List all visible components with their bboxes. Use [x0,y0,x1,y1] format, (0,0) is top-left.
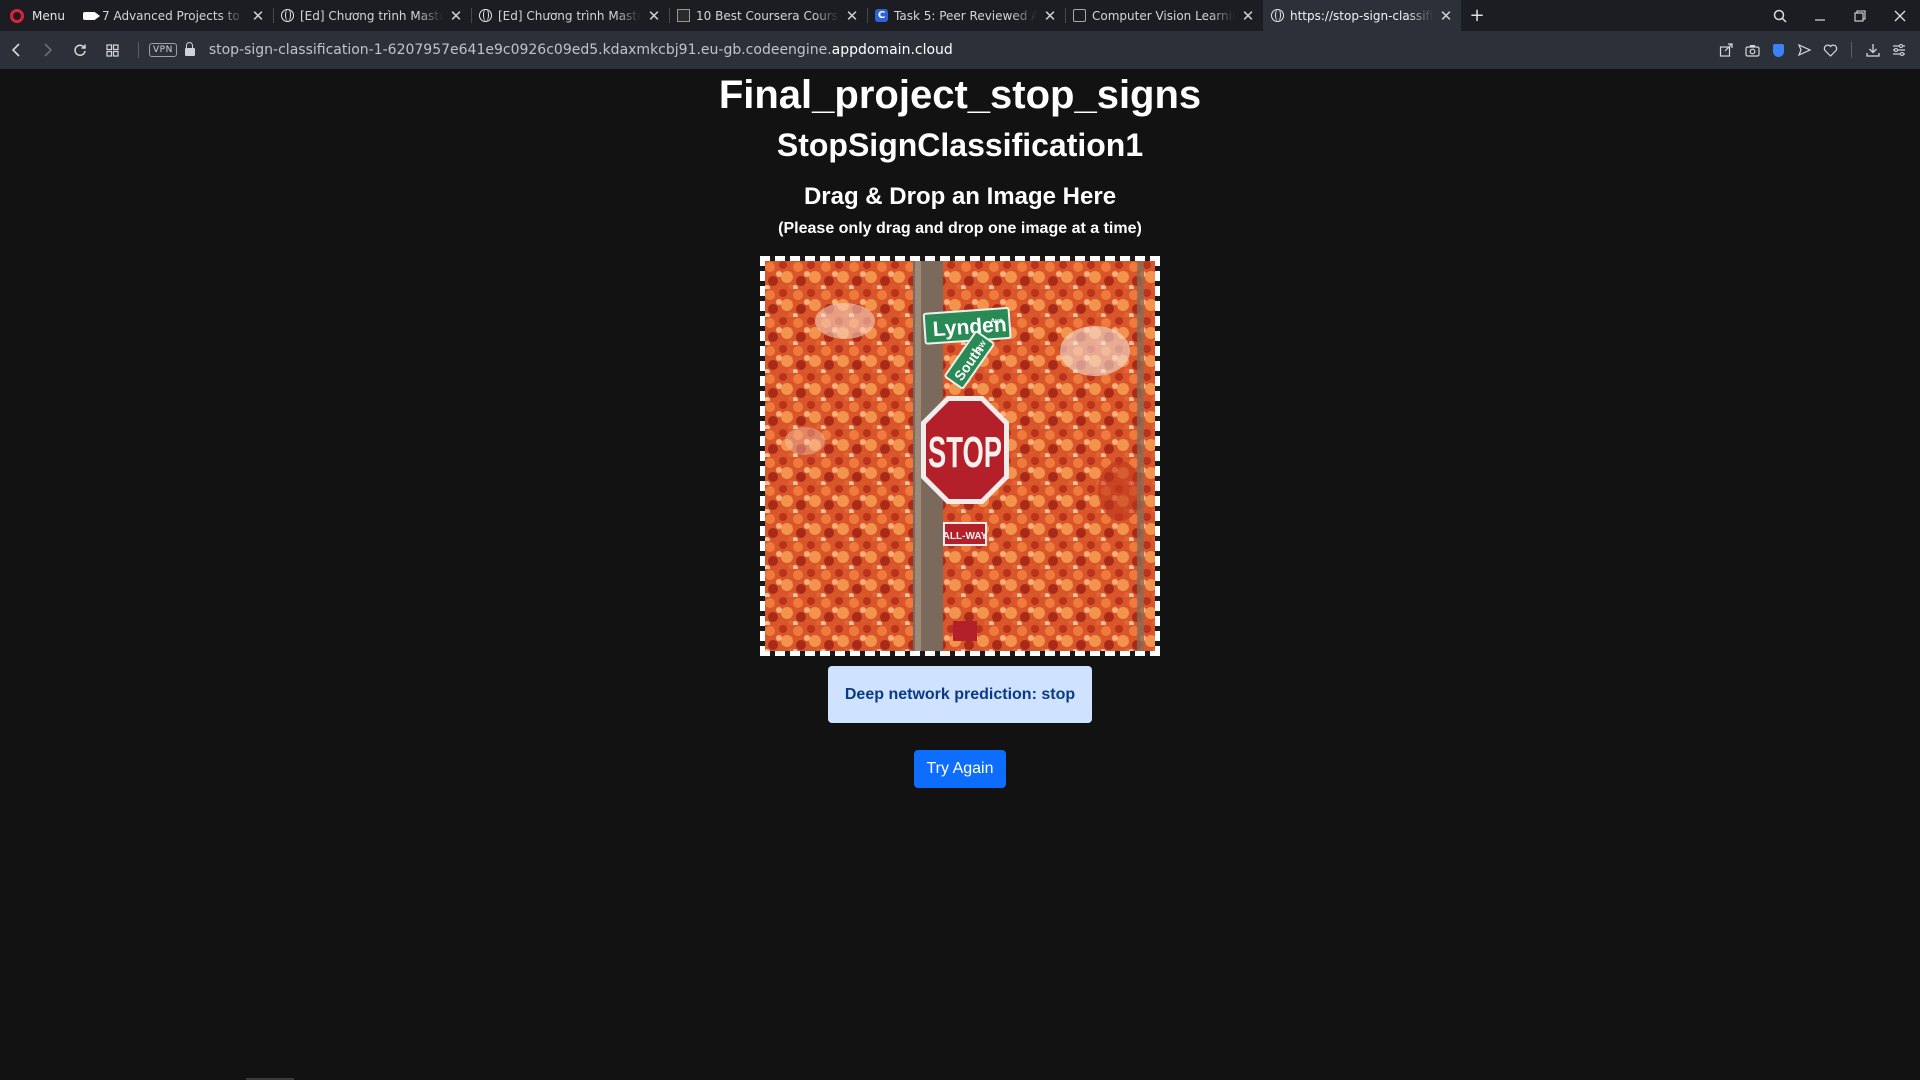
dropzone-instructions: (Please only drag and drop one image at … [778,220,1142,237]
tabbar-spacer [1493,0,1760,31]
globe-icon [281,9,294,22]
forward-icon[interactable] [32,31,64,69]
url-prefix: stop-sign-classification-1-6207957e641e9… [208,42,832,58]
tab-title: 10 Best Coursera Courses a [696,8,839,23]
globe-icon [1271,9,1284,22]
close-tab-icon[interactable]: ✕ [845,7,859,25]
close-tab-icon[interactable]: ✕ [1043,7,1057,25]
tab-title: [Ed] Chương trình Master c [498,8,641,23]
coursera-icon: C [875,9,888,22]
prediction-alert: Deep network prediction: stop [828,666,1092,723]
close-tab-icon[interactable]: ✕ [449,7,463,25]
url-field[interactable]: stop-sign-classification-1-6207957e641e9… [209,42,953,58]
close-tab-icon[interactable]: ✕ [647,7,661,25]
browser-menu-button[interactable]: Menu [0,0,75,31]
tab-title: https://stop-sign-classificat [1290,8,1433,23]
vpn-badge[interactable]: VPN [149,43,177,57]
street-sign-top-suffix: Ave [990,317,1003,325]
ad-blocker-shield-icon[interactable] [1767,39,1789,61]
minimize-icon[interactable] [1800,0,1840,31]
try-again-button[interactable]: Try Again [914,750,1006,788]
browser-tab-bar: Menu 7 Advanced Projects to Imp ✕ [Ed] C… [0,0,1920,31]
reload-icon[interactable] [64,31,96,69]
lock-icon[interactable] [184,42,195,56]
back-icon[interactable] [0,31,32,69]
heart-icon[interactable] [1819,39,1841,61]
opera-logo-icon [10,8,24,23]
download-icon[interactable] [1862,39,1884,61]
close-window-icon[interactable] [1880,0,1920,31]
close-tab-icon[interactable]: ✕ [251,7,265,25]
all-way-text: ALL-WAY [943,531,988,542]
cinema-icon [677,9,690,22]
address-separator [138,42,139,58]
close-tab-icon[interactable]: ✕ [1439,7,1453,25]
tab-title: [Ed] Chương trình Master c [300,8,443,23]
browser-tab[interactable]: Computer Vision Learning ✕ [1065,0,1263,31]
dropzone-heading: Drag & Drop an Image Here [803,183,1117,210]
share-icon[interactable] [1715,39,1737,61]
camera-icon [83,9,100,22]
restore-icon[interactable] [1840,0,1880,31]
search-tabs-icon[interactable] [1760,0,1800,31]
page-title: Final_project_stop_signs [718,73,1202,117]
tab-title: 7 Advanced Projects to Imp [102,8,245,23]
send-icon[interactable] [1793,39,1815,61]
browser-tab[interactable]: C Task 5: Peer Reviewed Assig ✕ [867,0,1065,31]
tab-grid-icon[interactable] [96,31,128,69]
stop-sign-text: STOP [928,428,1002,477]
browser-tab[interactable]: 10 Best Coursera Courses a ✕ [669,0,867,31]
browser-menu-label: Menu [32,8,65,23]
document-icon [1073,9,1086,22]
model-name: StopSignClassification1 [776,127,1144,163]
address-toolbar [1715,39,1920,61]
browser-tab[interactable]: [Ed] Chương trình Master c ✕ [273,0,471,31]
page-content: Final_project_stop_signs StopSignClassif… [0,69,1920,1080]
snapshot-icon[interactable] [1741,39,1763,61]
tab-title: Computer Vision Learning [1092,8,1235,23]
easy-setup-icon[interactable] [1888,39,1910,61]
uploaded-stop-sign-image: Lynden Ave South S W STOP ALL-WAY [765,261,1155,651]
browser-tab-active[interactable]: https://stop-sign-classificat ✕ [1263,0,1461,31]
image-dropzone[interactable]: Lynden Ave South S W STOP ALL-WAY [760,256,1160,656]
tab-title: Task 5: Peer Reviewed Assig [894,8,1037,23]
browser-tab[interactable]: 7 Advanced Projects to Imp ✕ [75,0,273,31]
browser-tab[interactable]: [Ed] Chương trình Master c ✕ [471,0,669,31]
url-domain: appdomain.cloud [831,42,953,58]
toolbar-separator [1851,42,1852,58]
close-tab-icon[interactable]: ✕ [1241,7,1255,25]
globe-icon [479,9,492,22]
address-bar: VPN stop-sign-classification-1-6207957e6… [0,31,1920,69]
new-tab-button[interactable]: + [1461,0,1493,31]
